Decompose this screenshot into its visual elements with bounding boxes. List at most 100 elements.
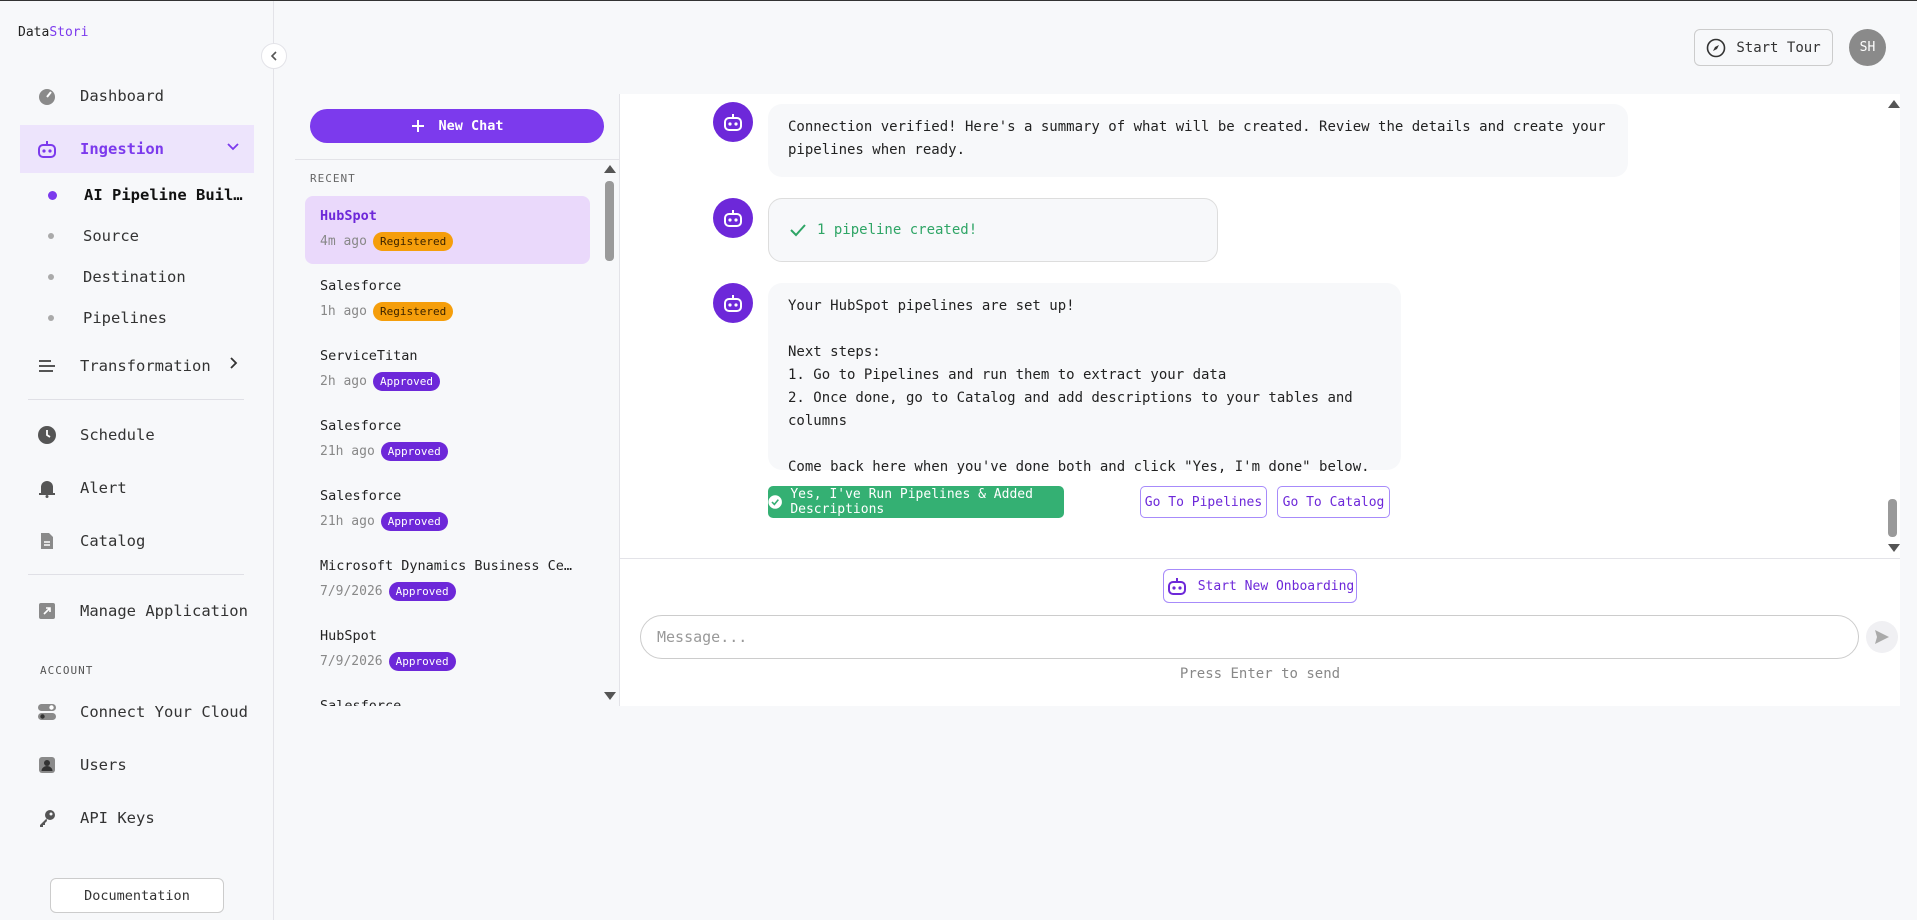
conversation-name: HubSpot [320, 628, 377, 644]
conversation-item[interactable]: Salesforce 21h ago Approved [305, 476, 590, 544]
divider [295, 159, 620, 160]
conversation-time: 21h ago [320, 444, 375, 459]
new-chat-label: New Chat [438, 118, 504, 134]
avatar[interactable]: SH [1849, 29, 1886, 66]
sidebar: DataStori Dashboard Ingestion AI Pipelin… [0, 1, 274, 920]
message-text: 2. Once done, go to Catalog and add desc… [788, 390, 1353, 429]
nav-transformation[interactable]: Transformation [20, 342, 254, 390]
start-new-onboarding-button[interactable]: Start New Onboarding [1163, 569, 1357, 603]
conversation-time: 1h ago [320, 304, 367, 319]
conversation-list[interactable]: HubSpot 4m ago Registered Salesforce 1h a… [295, 196, 595, 706]
bars-icon [36, 355, 58, 377]
robot-icon [1167, 578, 1186, 595]
scroll-up-arrow[interactable] [1888, 100, 1900, 108]
conversation-item[interactable]: Salesforce [305, 686, 590, 706]
scroll-up-arrow[interactable] [604, 165, 616, 173]
conversation-name: Salesforce [320, 698, 402, 706]
send-icon [1875, 630, 1889, 644]
robot-icon [724, 210, 742, 227]
divider [28, 399, 244, 400]
scroll-down-arrow[interactable] [1888, 544, 1900, 552]
conversation-time: 7/9/2026 [320, 654, 383, 669]
sub-source[interactable]: Source [48, 227, 139, 245]
status-badge: Approved [388, 582, 456, 601]
assistant-message: Connection verified! Here's a summary of… [768, 104, 1628, 177]
message-text: Next steps: [788, 344, 881, 360]
conversation-name: Salesforce [320, 278, 402, 294]
conversation-item[interactable]: Salesforce 1h ago Registered [305, 266, 590, 334]
key-icon [36, 807, 58, 829]
user-icon [36, 754, 58, 776]
divider [620, 558, 1900, 559]
start-tour-button[interactable]: Start Tour [1694, 29, 1833, 66]
success-message: 1 pipeline created! [768, 198, 1218, 262]
nav-label: Users [80, 756, 127, 774]
bell-icon [36, 477, 58, 499]
chat-scrollbar[interactable] [1888, 499, 1897, 537]
external-link-icon [36, 600, 58, 622]
chat-list-scrollbar[interactable] [605, 181, 614, 261]
conversation-time: 21h ago [320, 514, 375, 529]
message-text: pipelines when ready. [788, 142, 966, 158]
check-circle-icon [768, 495, 782, 509]
documentation-button[interactable]: Documentation [50, 878, 224, 913]
conversation-item[interactable]: HubSpot 7/9/2026 Approved [305, 616, 590, 684]
chevron-left-icon [270, 51, 277, 61]
sub-ai-pipeline-builder[interactable]: AI Pipeline Buil… [48, 186, 243, 204]
status-badge: Approved [372, 372, 440, 391]
nav-connect-cloud[interactable]: Connect Your Cloud [20, 688, 254, 736]
button-label: Start New Onboarding [1197, 578, 1355, 594]
bullet-icon [48, 274, 54, 280]
nav-dashboard[interactable]: Dashboard [20, 72, 254, 120]
scroll-down-arrow[interactable] [604, 692, 616, 700]
robot-icon [724, 295, 742, 312]
nav-label: API Keys [80, 809, 155, 827]
chat-panel: Connection verified! Here's a summary of… [620, 94, 1900, 706]
nav-label: Catalog [80, 532, 146, 550]
conversation-item[interactable]: ServiceTitan 2h ago Approved [305, 336, 590, 404]
conversation-name: Salesforce [320, 418, 402, 434]
sub-pipelines[interactable]: Pipelines [48, 309, 167, 327]
gauge-icon [36, 85, 58, 107]
nav-api-keys[interactable]: API Keys [20, 794, 254, 842]
sub-label: AI Pipeline Buil… [84, 186, 243, 204]
conversation-item[interactable]: Microsoft Dynamics Business Cen… 7/9/202… [305, 546, 590, 614]
new-chat-button[interactable]: New Chat [310, 109, 604, 143]
nav-schedule[interactable]: Schedule [20, 411, 254, 459]
bullet-icon [48, 233, 54, 239]
sub-label: Source [83, 227, 139, 245]
conversation-name: ServiceTitan [320, 348, 418, 364]
recent-label: RECENT [310, 172, 356, 185]
send-hint: Press Enter to send [1179, 666, 1341, 682]
button-label: Yes, I've Run Pipelines & Added Descript… [790, 487, 1033, 517]
message-text: Your HubSpot pipelines are set up! [788, 298, 1075, 314]
conversation-item[interactable]: Salesforce 21h ago Approved [305, 406, 590, 474]
chevron-down-icon [226, 139, 240, 157]
sub-label: Pipelines [83, 309, 167, 327]
confirm-done-button[interactable]: Yes, I've Run Pipelines & Added Descript… [768, 486, 1064, 518]
conversation-item[interactable]: HubSpot 4m ago Registered [305, 196, 590, 264]
nav-label: Schedule [80, 426, 155, 444]
nav-catalog[interactable]: Catalog [20, 517, 254, 565]
collapse-sidebar-button[interactable] [261, 43, 287, 69]
sub-destination[interactable]: Destination [48, 268, 186, 286]
message-text: Come back here when you've done both and… [788, 459, 1370, 475]
conversation-time: 7/9/2026 [320, 584, 383, 599]
app-logo[interactable]: DataStori [18, 25, 88, 40]
nav-users[interactable]: Users [20, 741, 254, 789]
robot-icon [36, 138, 58, 160]
account-section-label: ACCOUNT [40, 664, 94, 677]
send-button[interactable] [1866, 621, 1898, 653]
message-input[interactable]: Message... [640, 615, 1859, 659]
go-to-catalog-button[interactable]: Go To Catalog [1277, 486, 1390, 518]
nav-ingestion[interactable]: Ingestion [20, 125, 254, 173]
go-to-pipelines-button[interactable]: Go To Pipelines [1140, 486, 1267, 518]
status-badge: Approved [380, 442, 448, 461]
nav-alert[interactable]: Alert [20, 464, 254, 512]
chat-list-panel: New Chat RECENT HubSpot 4m ago Registered… [295, 94, 620, 706]
status-badge: Approved [380, 512, 448, 531]
nav-manage-application[interactable]: Manage Application [20, 587, 254, 635]
document-icon [36, 530, 58, 552]
conversation-time: 2h ago [320, 374, 367, 389]
bot-avatar [713, 283, 753, 323]
